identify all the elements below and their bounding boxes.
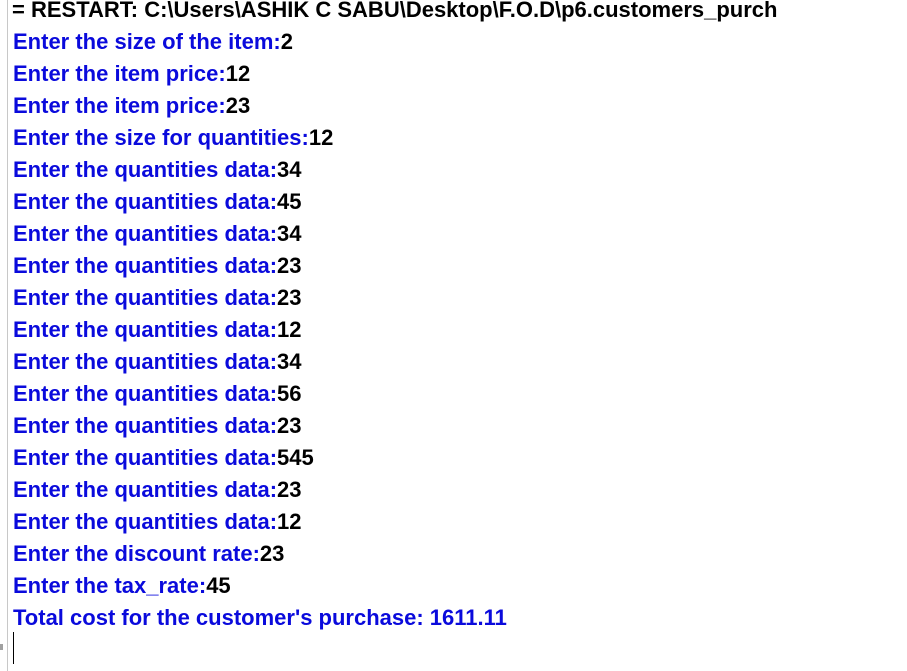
output-line: Enter the quantities data:12: [13, 314, 903, 346]
input-value: 23: [277, 413, 302, 438]
output-line: Enter the quantities data:34: [13, 154, 903, 186]
output-line: Enter the item price:12: [13, 58, 903, 90]
input-prompt: Enter the discount rate:: [13, 541, 260, 566]
input-prompt: Enter the size for quantities:: [13, 125, 309, 150]
input-prompt: Enter the quantities data:: [13, 317, 278, 342]
output-line: Enter the tax_rate:45: [13, 570, 903, 602]
input-value: 545: [277, 445, 314, 470]
input-value: 12: [277, 317, 302, 342]
input-prompt: Enter the tax_rate:: [13, 573, 207, 598]
text-cursor: [13, 632, 14, 664]
python-shell-output[interactable]: = RESTART: C:\Users\ASHIK C SABU\Desktop…: [0, 0, 907, 671]
input-value: 34: [277, 349, 302, 374]
gutter-marker: [0, 644, 3, 650]
input-value: 23: [277, 253, 302, 278]
input-prompt: Enter the quantities data:: [13, 221, 278, 246]
result-line: Total cost for the customer's purchase: …: [13, 605, 507, 630]
output-line: Enter the quantities data:34: [13, 346, 903, 378]
output-line: Enter the quantities data:12: [13, 506, 903, 538]
input-value: 12: [277, 509, 302, 534]
input-value: 23: [277, 477, 302, 502]
input-value: 34: [277, 221, 302, 246]
input-value: 23: [225, 93, 251, 118]
input-value: 2: [280, 29, 293, 54]
output-line: Enter the discount rate:23: [13, 538, 903, 570]
output-line: Enter the item price:23: [13, 90, 903, 122]
output-line: Enter the quantities data:23: [13, 410, 903, 442]
input-prompt: Enter the size of the item:: [13, 29, 281, 54]
input-value: 34: [277, 157, 302, 182]
input-value: 12: [308, 125, 334, 150]
output-line: Enter the quantities data:34: [13, 218, 903, 250]
input-prompt: Enter the quantities data:: [13, 509, 278, 534]
input-value: 56: [277, 381, 302, 406]
input-prompt: Enter the quantities data:: [13, 413, 278, 438]
input-value: 45: [206, 573, 231, 598]
output-line: Enter the quantities data:545: [13, 442, 903, 474]
shell-left-border: [7, 0, 8, 671]
input-value: 45: [277, 189, 302, 214]
input-prompt: Enter the quantities data:: [13, 381, 278, 406]
output-line: Enter the size of the item:2: [13, 26, 903, 58]
output-line: Enter the quantities data:23: [13, 282, 903, 314]
output-line: Enter the quantities data:23: [13, 250, 903, 282]
input-prompt: Enter the quantities data:: [13, 253, 278, 278]
input-prompt: Enter the quantities data:: [13, 285, 278, 310]
input-value: 12: [225, 61, 251, 86]
output-line: Enter the quantities data:23: [13, 474, 903, 506]
input-prompt: Enter the item price:: [13, 93, 226, 118]
output-line: Enter the quantities data:45: [13, 186, 903, 218]
input-value: 23: [259, 541, 285, 566]
input-value: 23: [277, 285, 302, 310]
output-line: Enter the size for quantities:12: [13, 122, 903, 154]
input-prompt: Enter the quantities data:: [13, 349, 278, 374]
output-lines: Enter the size of the item:2 Enter the i…: [13, 26, 903, 634]
input-prompt: Enter the quantities data:: [13, 477, 278, 502]
output-line: Enter the quantities data:56: [13, 378, 903, 410]
input-prompt: Enter the quantities data:: [13, 189, 278, 214]
restart-banner: = RESTART: C:\Users\ASHIK C SABU\Desktop…: [12, 0, 778, 22]
input-prompt: Enter the quantities data:: [13, 157, 278, 182]
input-prompt: Enter the item price:: [13, 61, 226, 86]
input-prompt: Enter the quantities data:: [13, 445, 278, 470]
